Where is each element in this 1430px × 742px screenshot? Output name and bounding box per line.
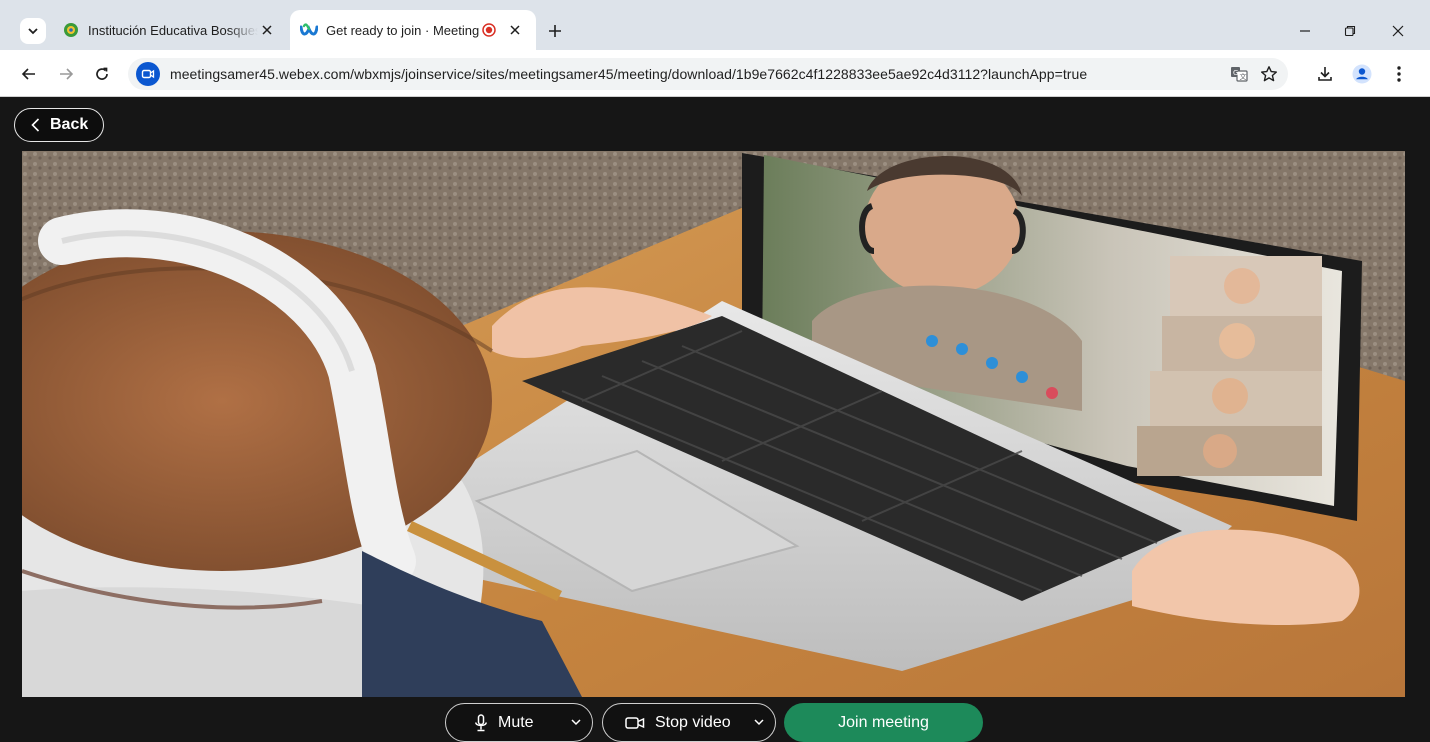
webex-icon — [300, 23, 318, 36]
chevron-down-icon — [28, 28, 38, 35]
camera-preview — [22, 151, 1405, 697]
address-bar[interactable]: meetingsamer45.webex.com/wbxmjs/joinserv… — [128, 58, 1288, 90]
translate-icon: G文 — [1231, 67, 1248, 82]
video-control: Stop video — [602, 703, 776, 742]
meeting-controls: Mute Stop video Join meeting — [0, 703, 1430, 742]
downloads-button[interactable] — [1313, 62, 1337, 86]
camera-icon — [625, 715, 645, 731]
forward-nav-button[interactable] — [53, 61, 79, 87]
profile-icon — [1352, 64, 1372, 84]
arrow-left-icon — [21, 68, 35, 80]
close-icon — [510, 25, 520, 35]
mute-button[interactable]: Mute — [446, 704, 534, 741]
tab-close-button[interactable] — [506, 21, 524, 39]
stop-video-button[interactable]: Stop video — [603, 704, 731, 741]
star-icon — [1261, 66, 1277, 82]
chevron-down-icon — [571, 719, 581, 726]
mute-label: Mute — [498, 713, 534, 731]
close-icon — [262, 25, 272, 35]
site-info-button[interactable] — [136, 62, 160, 86]
tab-search-button[interactable] — [20, 18, 46, 44]
stop-video-label: Stop video — [655, 713, 731, 731]
video-options-dropdown[interactable] — [753, 716, 765, 728]
close-icon — [1392, 25, 1404, 37]
url-text: meetingsamer45.webex.com/wbxmjs/joinserv… — [170, 66, 1088, 82]
back-button-label: Back — [50, 116, 89, 133]
recording-indicator-icon — [482, 23, 496, 37]
back-nav-button[interactable] — [16, 61, 42, 87]
svg-text:G: G — [1233, 69, 1238, 77]
plus-icon — [549, 25, 561, 37]
reload-button[interactable] — [89, 61, 115, 87]
kebab-menu-icon — [1397, 66, 1401, 82]
back-button[interactable]: Back — [14, 108, 104, 142]
chevron-left-icon — [31, 118, 40, 132]
profile-button[interactable] — [1350, 62, 1374, 86]
translate-button[interactable]: G文 — [1228, 63, 1250, 85]
camera-preview-image — [22, 151, 1405, 697]
download-icon — [1318, 67, 1332, 81]
mute-control: Mute — [445, 703, 593, 742]
join-meeting-button[interactable]: Join meeting — [784, 703, 983, 742]
tab-get-ready-to-join[interactable]: Get ready to join · Meeting — [290, 10, 536, 50]
microphone-icon — [474, 713, 488, 732]
tab-title: Get ready to join · Meeting — [326, 22, 480, 38]
minimize-icon — [1300, 30, 1310, 32]
school-crest-icon — [64, 23, 78, 37]
chevron-down-icon — [754, 719, 764, 726]
browser-menu-button[interactable] — [1387, 62, 1411, 86]
new-tab-button[interactable] — [542, 18, 568, 44]
svg-text:文: 文 — [1240, 72, 1247, 81]
webex-site-icon — [141, 69, 155, 79]
restore-icon — [1344, 25, 1356, 37]
tab-institucion-educativa[interactable]: Institución Educativa Bosques d — [52, 10, 288, 50]
close-window-button[interactable] — [1383, 16, 1413, 46]
arrow-right-icon — [60, 68, 74, 80]
tab-title: Institución Educativa Bosques d — [88, 22, 258, 38]
bookmark-button[interactable] — [1258, 63, 1280, 85]
restore-button[interactable] — [1335, 16, 1365, 46]
minimize-button[interactable] — [1290, 16, 1320, 46]
webex-preview-page: Back Mute Stop video Join meeting — [0, 98, 1430, 742]
browser-toolbar: meetingsamer45.webex.com/wbxmjs/joinserv… — [0, 50, 1430, 97]
reload-icon — [96, 67, 108, 80]
tab-close-button[interactable] — [258, 21, 276, 39]
mute-options-dropdown[interactable] — [570, 716, 582, 728]
